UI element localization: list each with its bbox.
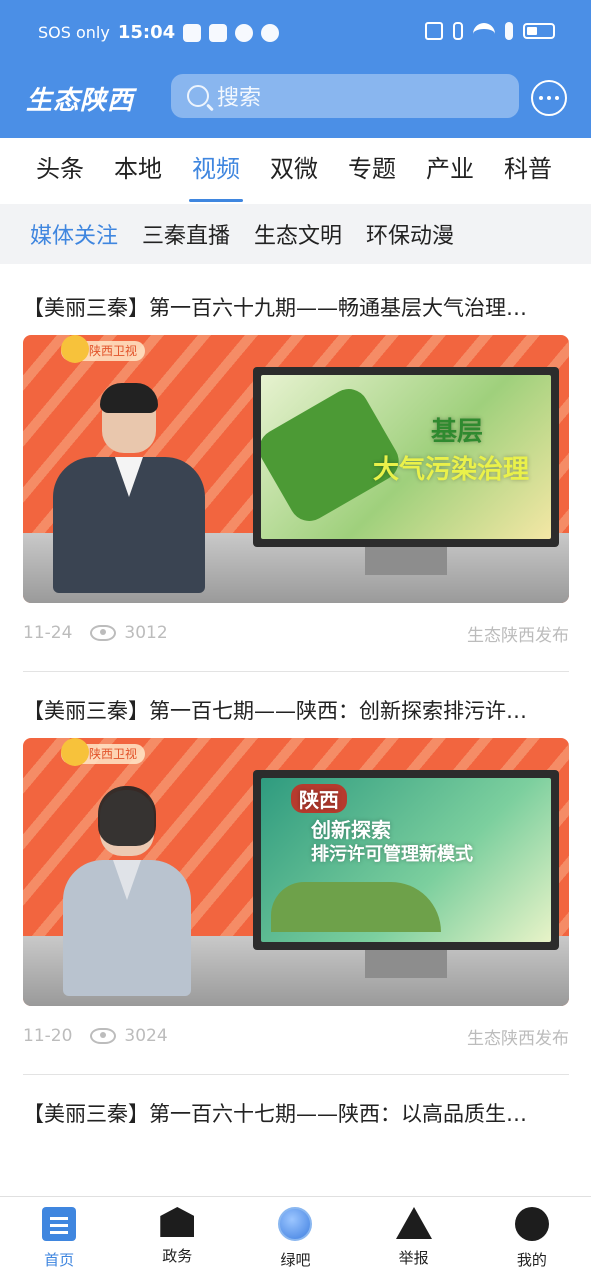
- list-item[interactable]: 【美丽三秦】第一百六十九期——畅通基层大气治理… 陕西卫视 基层 大气污染治理 …: [23, 293, 569, 672]
- divider: [23, 1074, 569, 1075]
- nav-label: 我的: [516, 1251, 547, 1269]
- tab-headlines[interactable]: 头条: [21, 138, 99, 202]
- search-input[interactable]: 搜索: [171, 74, 519, 118]
- view-count: 3012: [124, 623, 168, 643]
- app-icon: [261, 23, 280, 42]
- divider: [23, 671, 569, 672]
- source-label: 生态陕西发布: [467, 1028, 569, 1049]
- nav-report[interactable]: 举报: [355, 1197, 473, 1280]
- main-tabs: 头条 本地 视频 双微 专题 产业 科普: [0, 138, 591, 202]
- video-title[interactable]: 【美丽三秦】第一百六十九期——畅通基层大气治理…: [23, 293, 569, 323]
- tab-science[interactable]: 科普: [489, 138, 567, 202]
- publish-date: 11-20: [23, 1026, 73, 1046]
- app-logo: 生态陕西: [26, 86, 135, 116]
- video-feed: 【美丽三秦】第一百六十九期——畅通基层大气治理… 陕西卫视 基层 大气污染治理 …: [0, 264, 591, 1196]
- app-bar: 生态陕西 搜索: [0, 66, 591, 138]
- signal-alert-icon: [505, 22, 513, 40]
- nav-profile[interactable]: 我的: [473, 1197, 591, 1280]
- network-status: SOS only: [38, 23, 110, 42]
- header: SOS only 15:04 生态陕西 搜索: [0, 0, 591, 138]
- security-icon: [235, 23, 254, 42]
- bottom-nav: 首页 政务 绿吧 举报 我的: [0, 1196, 591, 1280]
- home-icon: [42, 1207, 77, 1241]
- subtab-animation[interactable]: 环保动漫: [366, 218, 454, 250]
- search-placeholder: 搜索: [217, 86, 262, 111]
- subtab-live[interactable]: 三秦直播: [142, 218, 230, 250]
- video-meta: 11-24 3012 生态陕西发布: [23, 621, 569, 646]
- video-title[interactable]: 【美丽三秦】第一百六十七期——陕西：以高品质生…: [23, 1099, 569, 1129]
- nav-label: 绿吧: [280, 1251, 311, 1269]
- view-count: 3024: [124, 1026, 168, 1046]
- channel-badge: 陕西卫视: [61, 738, 146, 766]
- subtab-ecology[interactable]: 生态文明: [254, 218, 342, 250]
- game-icon: [183, 23, 202, 42]
- tab-weibo-wechat[interactable]: 双微: [255, 138, 333, 202]
- shield-icon: [209, 23, 228, 42]
- nav-home[interactable]: 首页: [0, 1197, 118, 1280]
- tab-topics[interactable]: 专题: [333, 138, 411, 202]
- nav-label: 举报: [398, 1249, 429, 1267]
- tab-local[interactable]: 本地: [99, 138, 177, 202]
- wifi-icon: [473, 23, 495, 39]
- channel-badge: 陕西卫视: [61, 335, 146, 363]
- green-bar-icon: [278, 1207, 313, 1241]
- news-anchor: [53, 383, 205, 593]
- clock: 15:04: [117, 22, 176, 43]
- nav-label: 首页: [44, 1251, 75, 1269]
- sub-tabs: 媒体关注 三秦直播 生态文明 环保动漫: [0, 204, 591, 264]
- news-anchor: [63, 786, 191, 996]
- publish-date: 11-24: [23, 623, 73, 643]
- video-thumbnail[interactable]: 陕西卫视 基层 大气污染治理: [23, 335, 569, 603]
- nav-green-bar[interactable]: 绿吧: [236, 1197, 354, 1280]
- search-icon: [187, 85, 209, 107]
- list-item[interactable]: 【美丽三秦】第一百七期——陕西：创新探索排污许… 陕西卫视 陕西 创新探索 排污…: [23, 696, 569, 1075]
- video-thumbnail[interactable]: 陕西卫视 陕西 创新探索 排污许可管理新模式: [23, 738, 569, 1006]
- studio-screen: 陕西 创新探索 排污许可管理新模式: [253, 770, 559, 978]
- nfc-icon: [425, 22, 443, 40]
- government-icon: [160, 1207, 195, 1237]
- studio-screen: 基层 大气污染治理: [253, 367, 559, 575]
- list-item[interactable]: 【美丽三秦】第一百六十七期——陕西：以高品质生…: [23, 1099, 569, 1129]
- message-icon[interactable]: [531, 80, 567, 116]
- nav-government[interactable]: 政务: [118, 1197, 236, 1280]
- video-meta: 11-20 3024 生态陕西发布: [23, 1024, 569, 1049]
- views-icon: [90, 625, 117, 641]
- profile-icon: [514, 1207, 549, 1241]
- views-icon: [90, 1028, 117, 1044]
- report-icon: [395, 1207, 432, 1239]
- tab-video[interactable]: 视频: [177, 138, 255, 202]
- source-label: 生态陕西发布: [467, 625, 569, 646]
- status-bar: SOS only 15:04: [0, 0, 591, 66]
- tab-industry[interactable]: 产业: [411, 138, 489, 202]
- video-title[interactable]: 【美丽三秦】第一百七期——陕西：创新探索排污许…: [23, 696, 569, 726]
- vibrate-icon: [453, 22, 463, 40]
- battery-icon: [523, 23, 555, 39]
- nav-label: 政务: [162, 1247, 193, 1265]
- subtab-media[interactable]: 媒体关注: [30, 218, 118, 250]
